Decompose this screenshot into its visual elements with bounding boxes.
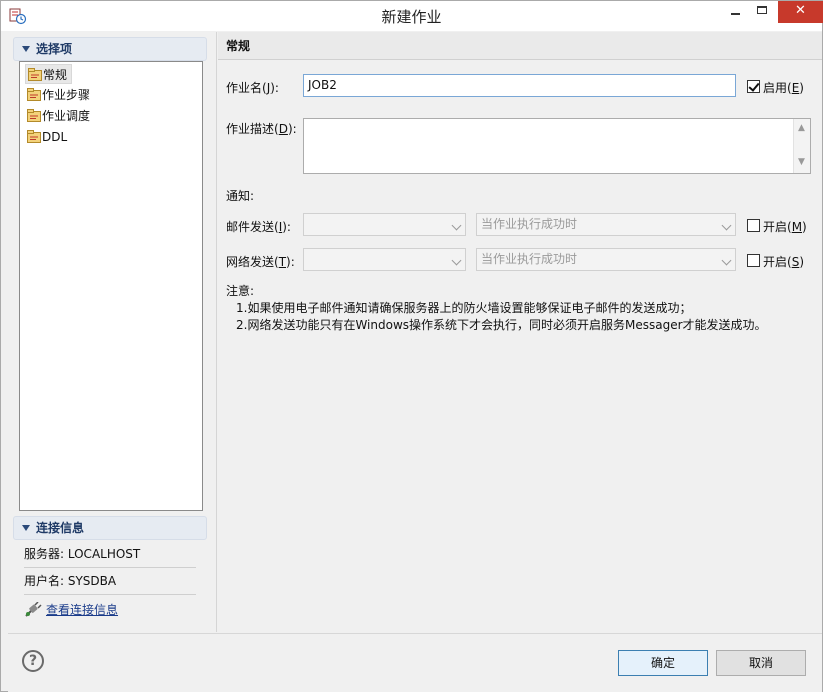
folder-icon bbox=[28, 68, 42, 81]
email-target-select[interactable] bbox=[303, 213, 466, 236]
scroll-down-icon[interactable]: ▼ bbox=[798, 158, 806, 167]
chevron-down-icon bbox=[451, 220, 462, 231]
panel-title: 常规 bbox=[218, 32, 822, 60]
chevron-down-icon bbox=[721, 255, 732, 266]
job-name-label: 作业名(J): bbox=[226, 81, 279, 95]
maximize-icon bbox=[757, 6, 767, 14]
folder-icon bbox=[27, 130, 41, 143]
nav-item-label: DDL bbox=[42, 130, 68, 144]
close-button[interactable]: ✕ bbox=[778, 1, 823, 23]
nav-item-general[interactable]: 常规 bbox=[25, 64, 73, 84]
note-title: 注意: bbox=[226, 284, 255, 298]
select-section-header[interactable]: 选择项 bbox=[13, 37, 207, 61]
nav-item-label: 作业调度 bbox=[42, 109, 91, 123]
scroll-up-icon[interactable]: ▲ bbox=[798, 124, 806, 133]
cancel-button[interactable]: 取消 bbox=[716, 650, 806, 676]
nav-item-job-steps[interactable]: 作业步骤 bbox=[25, 85, 90, 105]
job-name-input[interactable]: JOB2 bbox=[303, 74, 736, 97]
desc-scrollbar[interactable]: ▲ ▼ bbox=[793, 119, 810, 173]
net-send-label: 网络发送(T): bbox=[226, 255, 295, 269]
job-desc-label: 作业描述(D): bbox=[226, 122, 297, 136]
enable-label[interactable]: 启用(E) bbox=[763, 79, 804, 96]
folder-icon bbox=[27, 109, 41, 122]
plug-icon bbox=[25, 602, 42, 617]
note-line-1: 1.如果使用电子邮件通知请确保服务器上的防火墙设置能够保证电子邮件的发送成功； bbox=[236, 301, 692, 315]
left-panel: 选择项 常规 作业步骤 作业调度 DDL 连接信息 服务器: LOCALHOST… bbox=[8, 32, 217, 632]
folder-icon bbox=[27, 88, 41, 101]
button-bar: ? 确定 取消 bbox=[8, 633, 822, 692]
email-enable-label[interactable]: 开启(M) bbox=[763, 218, 807, 235]
note-line-2: 2.网络发送功能只有在Windows操作系统下才会执行，同时必须开启服务Mess… bbox=[236, 318, 767, 332]
help-icon[interactable]: ? bbox=[22, 650, 44, 672]
window-title: 新建作业 bbox=[381, 8, 442, 26]
minimize-button[interactable] bbox=[725, 1, 747, 23]
maximize-button[interactable] bbox=[751, 1, 773, 23]
email-enable-checkbox[interactable] bbox=[747, 219, 760, 232]
chevron-down-icon bbox=[721, 220, 732, 231]
net-enable-checkbox[interactable] bbox=[747, 254, 760, 267]
select-section-title: 选择项 bbox=[36, 42, 73, 56]
collapse-triangle-icon bbox=[22, 524, 30, 531]
email-condition-select[interactable]: 当作业执行成功时 bbox=[476, 213, 736, 236]
ok-button[interactable]: 确定 bbox=[618, 650, 708, 676]
job-desc-textarea[interactable]: ▲ ▼ bbox=[303, 118, 811, 174]
nav-item-ddl[interactable]: DDL bbox=[25, 127, 67, 147]
chevron-down-icon bbox=[451, 255, 462, 266]
enable-checkbox[interactable] bbox=[747, 80, 760, 93]
server-info: 服务器: LOCALHOST bbox=[24, 541, 196, 568]
net-condition-value: 当作业执行成功时 bbox=[481, 252, 578, 266]
close-icon: ✕ bbox=[795, 3, 806, 18]
net-enable-label[interactable]: 开启(S) bbox=[763, 253, 804, 270]
nav-tree: 常规 作业步骤 作业调度 DDL bbox=[19, 61, 203, 511]
nav-item-label: 作业步骤 bbox=[42, 88, 91, 102]
collapse-triangle-icon bbox=[22, 45, 30, 52]
view-connection-link[interactable]: 查看连接信息 bbox=[46, 603, 118, 617]
notify-label: 通知: bbox=[226, 189, 255, 203]
email-send-label: 邮件发送(I): bbox=[226, 220, 291, 234]
general-panel: 常规 作业名(J): JOB2 启用(E) 作业描述(D): ▲ ▼ 通知: 邮… bbox=[218, 32, 822, 632]
net-target-select[interactable] bbox=[303, 248, 466, 271]
title-bar[interactable]: 新建作业 ✕ bbox=[1, 1, 823, 31]
nav-item-label: 常规 bbox=[43, 68, 68, 82]
connection-section-header[interactable]: 连接信息 bbox=[13, 516, 207, 540]
nav-item-job-schedule[interactable]: 作业调度 bbox=[25, 106, 90, 126]
net-condition-select[interactable]: 当作业执行成功时 bbox=[476, 248, 736, 271]
minimize-icon bbox=[731, 13, 740, 15]
user-info: 用户名: SYSDBA bbox=[24, 568, 196, 595]
dialog-window: 新建作业 ✕ 选择项 常规 作业步骤 作业调度 DDL 连接信息 服务器: LO… bbox=[0, 0, 823, 692]
view-connection-row[interactable]: 查看连接信息 bbox=[24, 598, 196, 622]
connection-section-title: 连接信息 bbox=[36, 521, 85, 535]
email-condition-value: 当作业执行成功时 bbox=[481, 217, 578, 231]
